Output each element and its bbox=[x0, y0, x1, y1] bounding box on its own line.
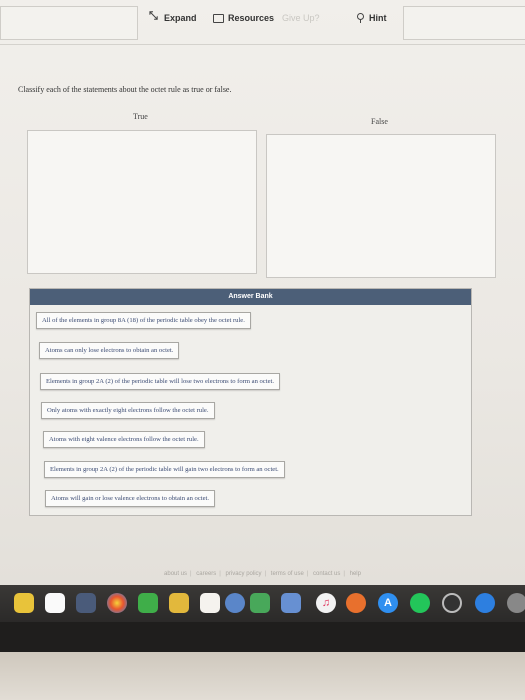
answer-item[interactable]: Atoms will gain or lose valence electron… bbox=[45, 490, 216, 507]
hint-label: Hint bbox=[369, 13, 387, 23]
give-up-label: Give Up? bbox=[282, 13, 320, 23]
hint-icon bbox=[357, 13, 365, 23]
time-machine-icon[interactable] bbox=[442, 593, 462, 613]
footer-separator: | bbox=[190, 571, 192, 577]
expand-label: Expand bbox=[164, 13, 197, 23]
answer-bank: Answer Bank All of the elements in group… bbox=[29, 288, 472, 516]
stickies-icon[interactable] bbox=[169, 593, 189, 613]
true-column-label: True bbox=[133, 112, 148, 121]
toolbar: Expand Resources Give Up? Hint bbox=[0, 0, 525, 46]
expand-icon bbox=[149, 10, 160, 23]
app-icon[interactable] bbox=[507, 593, 525, 613]
footer-link-careers[interactable]: careers bbox=[193, 571, 219, 577]
give-up-button[interactable]: Give Up? bbox=[282, 13, 320, 23]
answer-item[interactable]: Elements in group 2A (2) of the periodic… bbox=[44, 461, 285, 478]
spotify-icon[interactable] bbox=[410, 593, 430, 613]
browser-viewport: Expand Resources Give Up? Hint Classify … bbox=[0, 0, 525, 585]
app-store-icon[interactable]: A bbox=[378, 593, 398, 613]
answer-bank-title: Answer Bank bbox=[30, 289, 471, 305]
answer-item[interactable]: Atoms can only lose electrons to obtain … bbox=[39, 342, 180, 359]
safari-icon[interactable] bbox=[475, 593, 495, 613]
dock: ♫ A bbox=[0, 585, 525, 622]
books-icon[interactable] bbox=[346, 593, 366, 613]
footer-separator: | bbox=[343, 571, 345, 577]
toolbar-spacer-left bbox=[0, 6, 138, 40]
footer-link-privacy[interactable]: privacy policy bbox=[223, 571, 265, 577]
music-icon[interactable]: ♫ bbox=[316, 593, 336, 613]
answer-item[interactable]: Only atoms with exactly eight electrons … bbox=[41, 402, 215, 419]
finder-icon[interactable] bbox=[14, 593, 34, 613]
calendar-icon[interactable] bbox=[45, 593, 65, 613]
answer-item[interactable]: Elements in group 2A (2) of the periodic… bbox=[40, 373, 280, 390]
footer-link-terms[interactable]: terms of use bbox=[268, 571, 307, 577]
footer-links: about us | careers | privacy policy | terms… bbox=[0, 571, 525, 577]
footer-link-help[interactable]: help bbox=[347, 571, 364, 577]
toolbar-divider bbox=[0, 44, 525, 45]
resources-icon bbox=[213, 13, 224, 23]
resources-label: Resources bbox=[228, 13, 275, 23]
answer-item[interactable]: All of the elements in group 8A (18) of … bbox=[36, 312, 251, 329]
resources-button[interactable]: Resources bbox=[213, 13, 274, 23]
footer-separator: | bbox=[306, 571, 309, 577]
laptop-bezel bbox=[0, 622, 525, 652]
footer-separator: | bbox=[264, 571, 267, 577]
notes-icon[interactable] bbox=[76, 593, 96, 613]
reminders-icon[interactable] bbox=[200, 593, 220, 613]
false-column-label: False bbox=[371, 117, 388, 126]
numbers-icon[interactable] bbox=[250, 593, 270, 613]
hint-button[interactable]: Hint bbox=[357, 13, 387, 23]
keynote-icon[interactable] bbox=[281, 593, 301, 613]
facetime-icon[interactable] bbox=[138, 593, 158, 613]
question-prompt: Classify each of the statements about th… bbox=[18, 85, 232, 94]
expand-button[interactable]: Expand bbox=[149, 10, 197, 23]
photos-icon[interactable] bbox=[107, 593, 127, 613]
footer-separator: | bbox=[219, 571, 221, 577]
messages-icon[interactable] bbox=[225, 593, 245, 613]
desk-surface bbox=[0, 652, 525, 700]
footer-link-about[interactable]: about us bbox=[161, 571, 190, 577]
answer-item[interactable]: Atoms with eight valence electrons follo… bbox=[43, 431, 205, 448]
toolbar-spacer-right bbox=[403, 6, 525, 40]
false-drop-zone[interactable] bbox=[266, 134, 496, 278]
footer-link-contact[interactable]: contact us bbox=[310, 571, 343, 577]
true-drop-zone[interactable] bbox=[27, 130, 257, 274]
